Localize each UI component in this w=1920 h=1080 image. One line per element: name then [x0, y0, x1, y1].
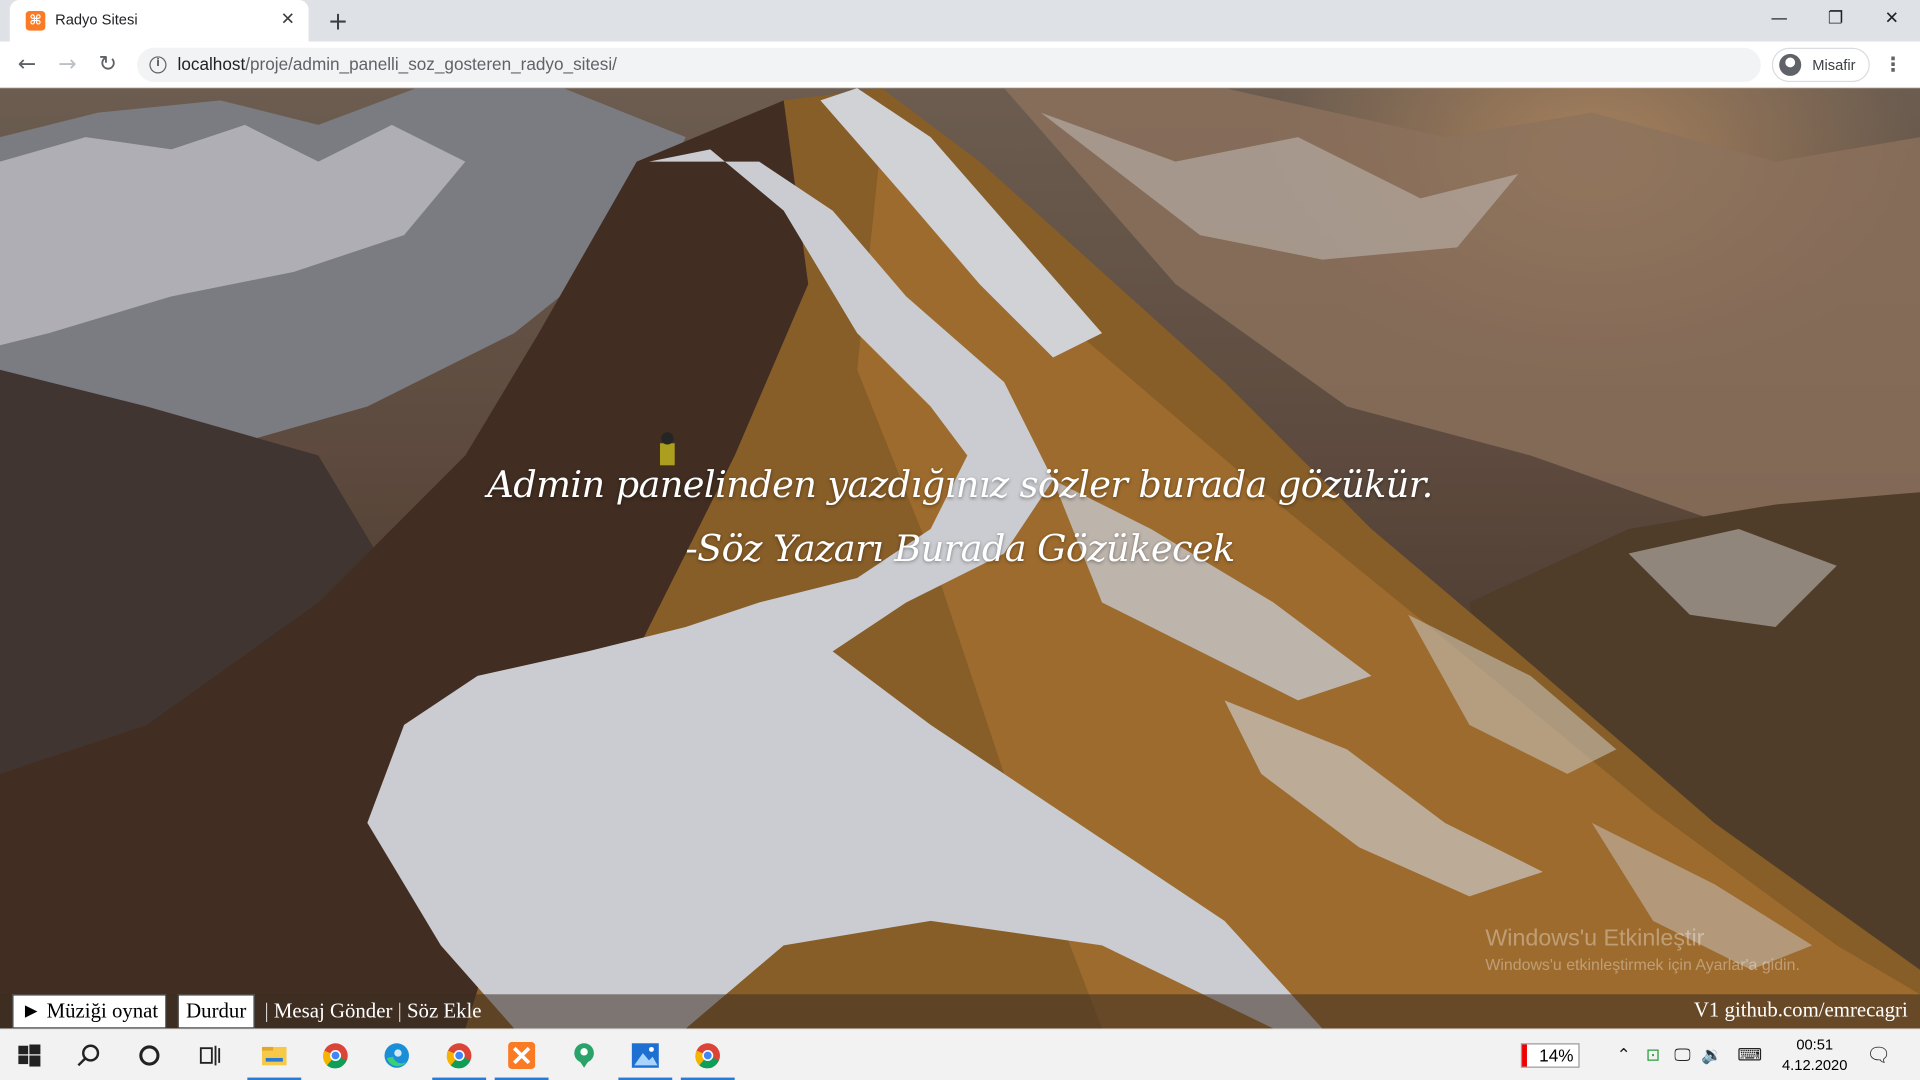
file-explorer-icon — [262, 1046, 287, 1066]
back-button[interactable]: ← — [11, 49, 43, 81]
play-music-button[interactable]: ► Müziği oynat — [12, 994, 167, 1029]
add-quote-link[interactable]: Söz Ekle — [407, 999, 482, 1022]
version-github-link[interactable]: V1 github.com/emrecagri — [1694, 994, 1908, 1028]
profile-button[interactable]: Misafir — [1771, 47, 1870, 83]
send-message-link[interactable]: Mesaj Gönder — [274, 999, 393, 1022]
battery-low-icon — [1522, 1044, 1527, 1067]
clock-time: 00:51 — [1796, 1035, 1834, 1054]
tab-title: Radyo Sitesi — [55, 11, 138, 29]
xampp-icon — [508, 1042, 536, 1069]
chrome-icon — [695, 1043, 721, 1069]
taskbar-chrome-1[interactable] — [306, 1030, 365, 1080]
keyboard-icon[interactable]: ⌨ — [1734, 1043, 1766, 1067]
taskbar-chrome-3[interactable] — [678, 1030, 737, 1080]
taskbar-photos[interactable] — [616, 1030, 675, 1080]
battery-indicator[interactable]: 14% — [1520, 1043, 1580, 1068]
separator: | — [397, 999, 402, 1023]
guest-avatar-icon — [1779, 53, 1802, 76]
screen: ⌘ Radyo Sitesi ✕ + — ❐ ✕ ← → ↻ i localho… — [0, 0, 1920, 1080]
cortana-icon — [139, 1045, 160, 1066]
profile-name: Misafir — [1812, 56, 1856, 74]
tray-expand-icon[interactable]: ⌃ — [1611, 1043, 1635, 1067]
xampp-favicon-icon: ⌘ — [25, 11, 46, 31]
task-view-icon — [199, 1045, 221, 1066]
photos-icon — [631, 1043, 659, 1068]
url-path: /proje/admin_panelli_soz_gosteren_radyo_… — [245, 53, 617, 74]
close-window-button[interactable]: ✕ — [1864, 0, 1920, 37]
taskbar-maps[interactable] — [555, 1030, 614, 1080]
browser-toolbar: ← → ↻ i localhost/proje/admin_panelli_so… — [0, 41, 1920, 89]
chrome-icon — [323, 1043, 348, 1069]
taskbar-xampp[interactable] — [492, 1030, 551, 1080]
reload-button[interactable]: ↻ — [92, 49, 124, 81]
stop-button[interactable]: Durdur — [177, 994, 255, 1029]
cortana-button[interactable] — [120, 1030, 179, 1080]
quote-author: -Söz Yazarı Burada Gözükecek — [685, 527, 1235, 571]
forward-button[interactable]: → — [51, 49, 83, 81]
taskbar-file-explorer[interactable] — [245, 1030, 304, 1080]
url-host: localhost — [177, 53, 246, 74]
edge-icon — [384, 1043, 409, 1068]
windows-taskbar: 14% ⌃ ⊡ 🖵 🔉 ⌨ 00:51 4.12.2020 🗨 — [0, 1028, 1920, 1080]
taskbar-chrome-2[interactable] — [430, 1030, 489, 1080]
windows-activation-watermark: Windows'u Etkinleştir Windows'u etkinleş… — [1485, 926, 1800, 974]
clock-date: 4.12.2020 — [1782, 1056, 1848, 1074]
separator: | — [264, 999, 269, 1023]
taskbar-edge[interactable] — [367, 1030, 426, 1080]
minimize-button[interactable]: — — [1751, 0, 1807, 37]
system-clock[interactable]: 00:51 4.12.2020 — [1778, 1035, 1851, 1077]
new-tab-button[interactable]: + — [323, 6, 352, 35]
page-viewport: Admin panelinden yazdığınız sözler burad… — [0, 88, 1920, 1029]
address-bar[interactable]: i localhost/proje/admin_panelli_soz_gost… — [137, 47, 1761, 83]
watermark-subtitle: Windows'u etkinleştirmek için Ayarlar'a … — [1485, 955, 1800, 974]
player-bar: ► Müziği oynat Durdur | Mesaj Gönder | S… — [0, 994, 1920, 1029]
browser-tab[interactable]: ⌘ Radyo Sitesi ✕ — [9, 0, 309, 42]
start-button[interactable] — [0, 1030, 59, 1080]
task-view-button[interactable] — [180, 1030, 239, 1080]
watermark-title: Windows'u Etkinleştir — [1485, 925, 1705, 952]
search-icon — [77, 1044, 100, 1067]
chrome-icon — [446, 1043, 472, 1069]
tab-strip: ⌘ Radyo Sitesi ✕ + — ❐ ✕ — [0, 0, 1920, 42]
quote-text: Admin panelinden yazdığınız sözler burad… — [487, 464, 1433, 507]
bar-links: | Mesaj Gönder | Söz Ekle — [264, 994, 481, 1028]
start-icon — [18, 1044, 41, 1067]
search-button[interactable] — [60, 1030, 119, 1080]
site-info-icon[interactable]: i — [149, 56, 167, 74]
url-text[interactable]: localhost/proje/admin_panelli_soz_goster… — [178, 54, 617, 74]
quote-container: Admin panelinden yazdığınız sözler burad… — [0, 465, 1920, 570]
browser-menu-icon[interactable]: ⋮ — [1878, 49, 1907, 81]
notifications-icon[interactable]: 🗨 — [1866, 1043, 1891, 1067]
maps-icon — [574, 1043, 594, 1068]
network-icon[interactable]: 🖵 — [1670, 1043, 1694, 1067]
restore-button[interactable]: ❐ — [1807, 0, 1863, 37]
battery-saver-icon[interactable]: ⊡ — [1641, 1043, 1665, 1067]
tab-close-icon[interactable]: ✕ — [277, 9, 299, 31]
volume-icon[interactable]: 🔉 — [1700, 1043, 1724, 1067]
battery-percent: 14% — [1539, 1045, 1574, 1066]
